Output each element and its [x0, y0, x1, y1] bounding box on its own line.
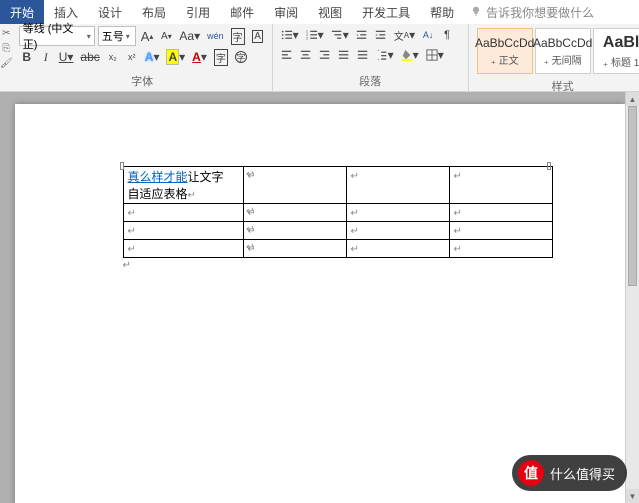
subscript-button[interactable]: x₂	[105, 48, 121, 66]
watermark: 值 什么值得买	[512, 455, 627, 491]
table-row: ↵↵ ↵ ↵ ↵	[123, 222, 552, 240]
watermark-text: 什么值得买	[550, 464, 615, 483]
ribbon-tabs: 开始 插入 设计 布局 引用 邮件 审阅 视图 开发工具 帮助 告诉我你想要做什…	[0, 0, 639, 24]
style-normal[interactable]: AaBbCcDd 正文	[477, 28, 533, 74]
increase-indent-button[interactable]	[373, 26, 389, 44]
char-border-button[interactable]: 字	[229, 27, 247, 45]
font-size-dropdown[interactable]: 五号▾	[98, 26, 136, 46]
group-styles: AaBbCcDd 正文 AaBbCcDd 无间隔 AaBl 标题 1 样式	[469, 24, 639, 91]
change-case-button[interactable]: Aa▾	[177, 27, 202, 45]
table-row: 真么样才能让文字自适应表格↵↵ ↵ ↵ ↵	[123, 167, 552, 204]
line-spacing-button[interactable]: ▾	[374, 46, 396, 64]
lightbulb-icon	[470, 6, 482, 18]
grow-font-button[interactable]: A▴	[139, 27, 156, 45]
char-shading-button[interactable]: 字	[212, 48, 230, 66]
align-justify-button[interactable]	[336, 46, 352, 64]
quick-access: ✂ ⎘ 🖌	[0, 24, 13, 91]
style-heading1[interactable]: AaBl 标题 1	[593, 28, 639, 74]
group-font: 等线 (中文正)▾ 五号▾ A▴ A▾ Aa▾ wén 字 A B I U▾ a…	[13, 24, 273, 91]
ruby-button[interactable]: wén	[205, 27, 226, 45]
sort-button[interactable]: A↓	[420, 26, 436, 44]
numbering-button[interactable]: 123▾	[304, 26, 326, 44]
tab-review[interactable]: 审阅	[264, 0, 308, 24]
tab-design[interactable]: 设计	[88, 0, 132, 24]
bold-button[interactable]: B	[19, 48, 35, 66]
tab-mailings[interactable]: 邮件	[220, 0, 264, 24]
group-paragraph: ▾ 123▾ ▾ 文A▾ A↓ ¶ ▾ ▾ ▾ 段落	[273, 24, 469, 91]
enclosed-char-button[interactable]: 字	[233, 48, 249, 66]
svg-text:3: 3	[306, 36, 308, 40]
align-right-button[interactable]	[317, 46, 333, 64]
bullets-button[interactable]: ▾	[279, 26, 301, 44]
font-family-dropdown[interactable]: 等线 (中文正)▾	[19, 26, 95, 46]
vertical-scrollbar[interactable]: ▲ ▼	[625, 92, 639, 503]
shrink-font-button[interactable]: A▾	[158, 27, 174, 45]
show-marks-button[interactable]: ¶	[439, 26, 455, 44]
scroll-thumb[interactable]	[628, 106, 637, 286]
document-table[interactable]: 真么样才能让文字自适应表格↵↵ ↵ ↵ ↵ ↵↵ ↵ ↵ ↵ ↵↵ ↵ ↵ ↵ …	[123, 166, 553, 258]
ribbon: ✂ ⎘ 🖌 等线 (中文正)▾ 五号▾ A▴ A▾ Aa▾ wén 字 A B …	[0, 24, 639, 92]
text-direction-button[interactable]: 文A▾	[392, 26, 417, 44]
style-no-spacing[interactable]: AaBbCcDd 无间隔	[535, 28, 591, 74]
scroll-down-button[interactable]: ▼	[626, 489, 639, 503]
cell-hyperlink[interactable]: 真么样才能	[128, 170, 188, 184]
font-color-button[interactable]: A▾	[190, 48, 209, 66]
table-row: ↵↵ ↵ ↵ ↵	[123, 240, 552, 258]
group-paragraph-label: 段落	[279, 71, 462, 91]
superscript-button[interactable]: x²	[124, 48, 140, 66]
align-left-button[interactable]	[279, 46, 295, 64]
watermark-icon: 值	[518, 460, 544, 486]
align-center-button[interactable]	[298, 46, 314, 64]
distributed-button[interactable]	[355, 46, 371, 64]
paragraph-mark: ↵	[123, 260, 603, 271]
strikethrough-button[interactable]: abc	[78, 48, 101, 66]
format-painter-icon[interactable]: 🖌	[0, 58, 13, 69]
tab-view[interactable]: 视图	[308, 0, 352, 24]
document-workspace: 真么样才能让文字自适应表格↵↵ ↵ ↵ ↵ ↵↵ ↵ ↵ ↵ ↵↵ ↵ ↵ ↵ …	[0, 92, 639, 503]
scroll-up-button[interactable]: ▲	[626, 92, 639, 106]
tab-developer[interactable]: 开发工具	[352, 0, 420, 24]
underline-button[interactable]: U▾	[57, 48, 76, 66]
borders-button[interactable]: ▾	[424, 46, 446, 64]
highlight-button[interactable]: A▾	[164, 48, 187, 66]
table-row: ↵↵ ↵ ↵ ↵	[123, 204, 552, 222]
tell-me-search[interactable]: 告诉我你想要做什么	[464, 0, 600, 24]
tab-help[interactable]: 帮助	[420, 0, 464, 24]
multilevel-list-button[interactable]: ▾	[329, 26, 351, 44]
text-effects-button[interactable]: A▾	[143, 48, 162, 66]
tab-references[interactable]: 引用	[176, 0, 220, 24]
page[interactable]: 真么样才能让文字自适应表格↵↵ ↵ ↵ ↵ ↵↵ ↵ ↵ ↵ ↵↵ ↵ ↵ ↵ …	[15, 104, 625, 503]
circled-char-button[interactable]: A	[250, 27, 266, 45]
tab-layout[interactable]: 布局	[132, 0, 176, 24]
shading-button[interactable]: ▾	[399, 46, 421, 64]
tell-me-text: 告诉我你想要做什么	[486, 4, 594, 21]
group-font-label: 字体	[19, 71, 266, 91]
italic-button[interactable]: I	[38, 48, 54, 66]
copy-icon[interactable]: ⎘	[2, 43, 10, 54]
decrease-indent-button[interactable]	[354, 26, 370, 44]
cut-icon[interactable]: ✂	[2, 28, 10, 39]
